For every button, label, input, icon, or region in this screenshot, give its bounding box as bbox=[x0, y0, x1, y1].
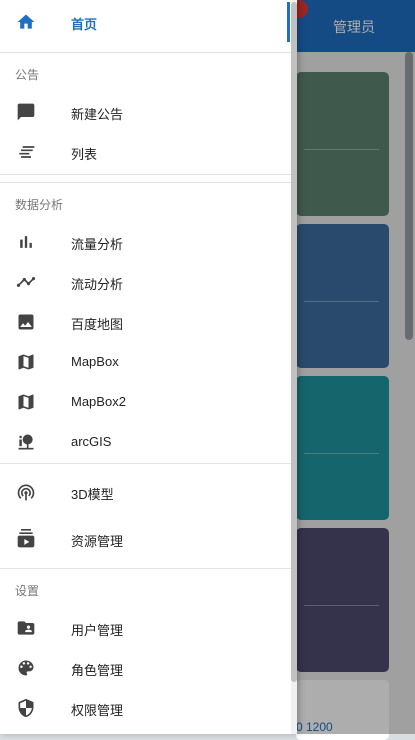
account-folder-icon bbox=[16, 619, 36, 637]
nav-item-traffic-analysis[interactable]: 流量分析 bbox=[0, 222, 287, 262]
home-icon bbox=[16, 13, 36, 31]
nav-item-user-management[interactable]: 用户管理 bbox=[0, 608, 287, 648]
nav-item-resource-management[interactable]: 资源管理 bbox=[0, 519, 287, 559]
active-indicator bbox=[287, 2, 290, 42]
nav-item-label: 流动分析 bbox=[71, 277, 124, 292]
nav-item-label: 百度地图 bbox=[71, 317, 124, 332]
section-title-settings: 设置 bbox=[15, 584, 40, 598]
nav-item-mapbox2[interactable]: MapBox2 bbox=[0, 382, 287, 422]
nav-item-permission-management[interactable]: 权限管理 bbox=[0, 688, 287, 728]
nav-item-label: MapBox2 bbox=[71, 394, 126, 409]
drawer-scrollbar[interactable] bbox=[291, 0, 297, 734]
nav-item-label: arcGIS bbox=[71, 434, 112, 449]
divider bbox=[0, 463, 291, 464]
nav-item-label: 3D模型 bbox=[71, 487, 114, 502]
navigation-drawer: 首页 公告 新建公告 列表 数据分析 流量分析 流动分析 百度地图 MapBox… bbox=[0, 0, 297, 734]
section-title-analysis: 数据分析 bbox=[15, 198, 64, 212]
nav-item-label: 列表 bbox=[71, 147, 98, 162]
divider bbox=[0, 568, 291, 569]
bar-chart-icon bbox=[16, 233, 36, 251]
nav-item-label: 资源管理 bbox=[71, 534, 124, 549]
shield-icon bbox=[16, 698, 36, 718]
divider bbox=[0, 182, 291, 183]
nav-item-role-management[interactable]: 角色管理 bbox=[0, 648, 287, 688]
palette-icon bbox=[16, 659, 36, 677]
nav-item-label: 用户管理 bbox=[71, 623, 124, 638]
map-icon bbox=[16, 353, 36, 371]
drawer-scrollbar-thumb[interactable] bbox=[291, 2, 297, 682]
nav-item-list[interactable]: 列表 bbox=[0, 132, 287, 172]
divider bbox=[0, 174, 291, 175]
trend-line-icon bbox=[16, 273, 36, 291]
nav-item-home[interactable]: 首页 bbox=[0, 2, 287, 42]
signal-icon bbox=[16, 483, 36, 501]
tree-location-icon bbox=[16, 433, 36, 451]
list-lines-icon bbox=[16, 143, 36, 161]
media-stack-icon bbox=[16, 529, 36, 548]
nav-item-3d-model[interactable]: 3D模型 bbox=[0, 472, 287, 512]
nav-item-baidu-map[interactable]: 百度地图 bbox=[0, 302, 287, 342]
nav-item-new-announcement[interactable]: 新建公告 bbox=[0, 92, 287, 132]
nav-item-label: MapBox bbox=[71, 354, 119, 369]
nav-item-label: 新建公告 bbox=[71, 107, 124, 122]
nav-item-label: 权限管理 bbox=[71, 703, 124, 718]
nav-item-arcgis[interactable]: arcGIS bbox=[0, 422, 287, 462]
nav-item-label: 首页 bbox=[71, 17, 98, 32]
nav-item-flow-analysis[interactable]: 流动分析 bbox=[0, 262, 287, 302]
map-icon bbox=[16, 393, 36, 411]
nav-item-label: 流量分析 bbox=[71, 237, 124, 252]
section-title-announcement: 公告 bbox=[15, 68, 40, 82]
nav-item-mapbox[interactable]: MapBox bbox=[0, 342, 287, 382]
divider bbox=[0, 52, 291, 53]
chat-bubble-icon bbox=[16, 103, 36, 121]
nav-item-label: 角色管理 bbox=[71, 663, 124, 678]
image-icon bbox=[16, 313, 36, 331]
